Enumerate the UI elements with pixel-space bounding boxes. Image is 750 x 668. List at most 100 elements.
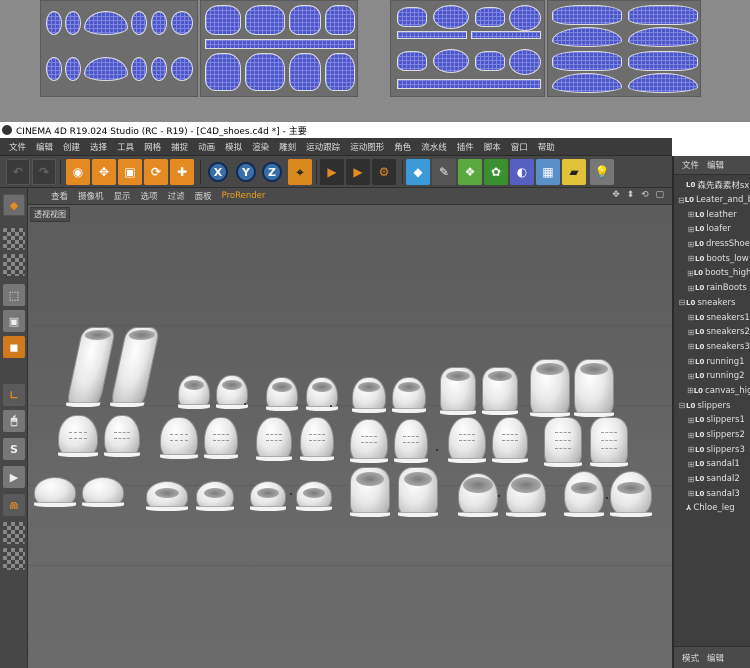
object-tree-row[interactable]: ⊞ L0 canvas_hig <box>674 384 750 399</box>
expand-toggle-icon[interactable]: ⊞ <box>687 328 695 337</box>
menu-animate[interactable]: 动画 <box>193 141 220 153</box>
points-mode-icon[interactable]: ⬚ <box>3 284 25 306</box>
viewport-menu-prorender[interactable]: ProRender <box>217 191 271 201</box>
object-tree-row[interactable]: ⊞ L0 slippers2 <box>674 428 750 443</box>
slipper-model[interactable] <box>146 481 188 511</box>
expand-toggle-icon[interactable]: ⊞ <box>687 313 695 322</box>
object-name[interactable]: 森先森素材sx <box>697 179 749 191</box>
expand-toggle-icon[interactable]: ⊞ <box>687 460 695 469</box>
menu-sculpt[interactable]: 雕刻 <box>274 141 301 153</box>
menu-simulate[interactable]: 模拟 <box>220 141 247 153</box>
sandal-model[interactable] <box>610 471 652 517</box>
object-name[interactable]: slippers <box>697 401 730 411</box>
object-name[interactable]: Leater_and_b <box>696 195 750 205</box>
model-mode-icon[interactable] <box>3 228 25 250</box>
sandal-model[interactable] <box>458 473 498 517</box>
viewport-menu-view[interactable]: 查看 <box>46 190 73 202</box>
sneaker-model[interactable] <box>204 417 238 459</box>
expand-toggle-icon[interactable]: ⊞ <box>687 445 695 454</box>
viewport-menu-options[interactable]: 选项 <box>136 190 163 202</box>
object-tree-row[interactable]: ⊟ L0 sneakers <box>674 296 750 311</box>
viewport-solo-icon[interactable]: ▶ <box>3 466 25 488</box>
object-name[interactable]: leather <box>706 210 736 220</box>
object-tree-row[interactable]: ⊟ L0 Leater_and_b <box>674 193 750 208</box>
expand-toggle-icon[interactable]: ⊞ <box>687 269 694 278</box>
make-editable-icon[interactable]: ◆ <box>3 194 25 216</box>
menu-pipeline[interactable]: 流水线 <box>416 141 452 153</box>
subdivision-surface-icon[interactable]: ❖ <box>458 159 482 185</box>
pen-tool-icon[interactable]: ✎ <box>432 159 456 185</box>
axis-mode-icon[interactable]: ∟ <box>3 384 25 406</box>
menu-window[interactable]: 窗口 <box>506 141 533 153</box>
menu-mesh[interactable]: 网格 <box>139 141 166 153</box>
boot-model[interactable] <box>65 327 117 407</box>
menu-tools[interactable]: 工具 <box>112 141 139 153</box>
running-shoe-model[interactable] <box>350 419 388 463</box>
slipper-model[interactable] <box>82 477 124 507</box>
object-tree-row[interactable]: ⊞ L0 slippers3 <box>674 442 750 457</box>
coordinate-system-icon[interactable]: ⌖ <box>288 159 312 185</box>
expand-toggle-icon[interactable]: ⊞ <box>687 357 695 366</box>
object-tree-row[interactable]: ⊞ L0 sneakers2 <box>674 325 750 340</box>
object-tree-row[interactable]: ⊞ L0 running1 <box>674 354 750 369</box>
object-name[interactable]: slippers3 <box>706 445 745 455</box>
z-axis-lock-button[interactable]: Z <box>262 162 282 182</box>
camera-icon[interactable]: ▰ <box>562 159 586 185</box>
sneaker-model[interactable] <box>256 417 292 461</box>
move-tool-icon[interactable]: ✥ <box>92 159 116 185</box>
slipper-model[interactable] <box>398 467 438 517</box>
sneaker-model[interactable] <box>300 417 334 461</box>
object-tree-row[interactable]: ⊞ L0 sandal2 <box>674 472 750 487</box>
object-name[interactable]: slippers1 <box>706 415 745 425</box>
canvas-high-model[interactable] <box>544 417 582 467</box>
solo-mode-icon[interactable]: S <box>3 438 25 460</box>
sandal-model[interactable] <box>506 473 546 517</box>
shoe-model[interactable] <box>352 377 386 413</box>
slipper-model[interactable] <box>34 477 76 507</box>
cloner-icon[interactable]: ✿ <box>484 159 508 185</box>
edges-mode-icon[interactable]: ▣ <box>3 310 25 332</box>
object-tree-row[interactable]: ⊟ L0 slippers <box>674 398 750 413</box>
expand-toggle-icon[interactable]: ⊞ <box>687 475 695 484</box>
menu-file[interactable]: 文件 <box>4 141 31 153</box>
expand-toggle-icon[interactable]: ⊞ <box>687 284 695 293</box>
slipper-model[interactable] <box>296 481 332 511</box>
object-tree-row[interactable]: ⊞ L0 boots_high <box>674 266 750 281</box>
object-name[interactable]: boots_high <box>705 268 750 278</box>
object-tree-row[interactable]: ⊞ L0 sandal1 <box>674 457 750 472</box>
object-name[interactable]: sneakers <box>697 298 735 308</box>
rain-boot-model[interactable] <box>574 359 614 417</box>
object-tree-row[interactable]: ⊞ L0 slippers1 <box>674 413 750 428</box>
perspective-viewport[interactable]: 透视视图 <box>28 205 672 668</box>
expand-toggle-icon[interactable]: ⊟ <box>678 196 685 205</box>
running-shoe-model[interactable] <box>492 417 528 463</box>
attribute-menu-mode[interactable]: 模式 <box>682 652 699 664</box>
object-name[interactable]: sandal1 <box>706 459 739 469</box>
expand-toggle-icon[interactable]: ⊞ <box>687 254 695 263</box>
object-name[interactable]: Chloe_leg <box>693 503 734 513</box>
boot-model[interactable] <box>109 327 161 407</box>
object-tree-row[interactable]: ⊞ L0 running2 <box>674 369 750 384</box>
object-name[interactable]: sneakers2 <box>706 327 749 337</box>
menu-mograph[interactable]: 运动图形 <box>345 141 389 153</box>
sneaker-model[interactable] <box>58 415 98 457</box>
expand-toggle-icon[interactable]: ⊞ <box>687 386 694 395</box>
object-tree-row[interactable]: ⅄ Chloe_leg <box>674 501 750 516</box>
object-name[interactable]: canvas_hig <box>705 386 750 396</box>
object-tree-row[interactable]: ⊞ L0 loafer <box>674 222 750 237</box>
object-name[interactable]: boots_low <box>706 254 748 264</box>
expand-toggle-icon[interactable]: ⊞ <box>687 372 695 381</box>
object-name[interactable]: rainBoots <box>706 283 746 293</box>
render-settings-icon[interactable]: ⚙ <box>372 159 396 185</box>
undo-button[interactable]: ↶ <box>6 159 30 185</box>
object-tree-row[interactable]: ⊞ L0 leather <box>674 207 750 222</box>
viewport-menu-filter[interactable]: 过滤 <box>163 190 190 202</box>
object-name[interactable]: slippers2 <box>706 430 745 440</box>
snap-magnet-icon[interactable]: ⋒ <box>3 494 25 516</box>
object-manager-menu-edit[interactable]: 编辑 <box>707 159 724 171</box>
object-tree-row[interactable]: ⊞ L0 sneakers1 <box>674 310 750 325</box>
live-selection-icon[interactable]: ◉ <box>66 159 90 185</box>
expand-toggle-icon[interactable]: ⊞ <box>687 210 695 219</box>
y-axis-lock-button[interactable]: Y <box>236 162 256 182</box>
tweak-mode-icon[interactable]: 🖱 <box>3 410 25 432</box>
